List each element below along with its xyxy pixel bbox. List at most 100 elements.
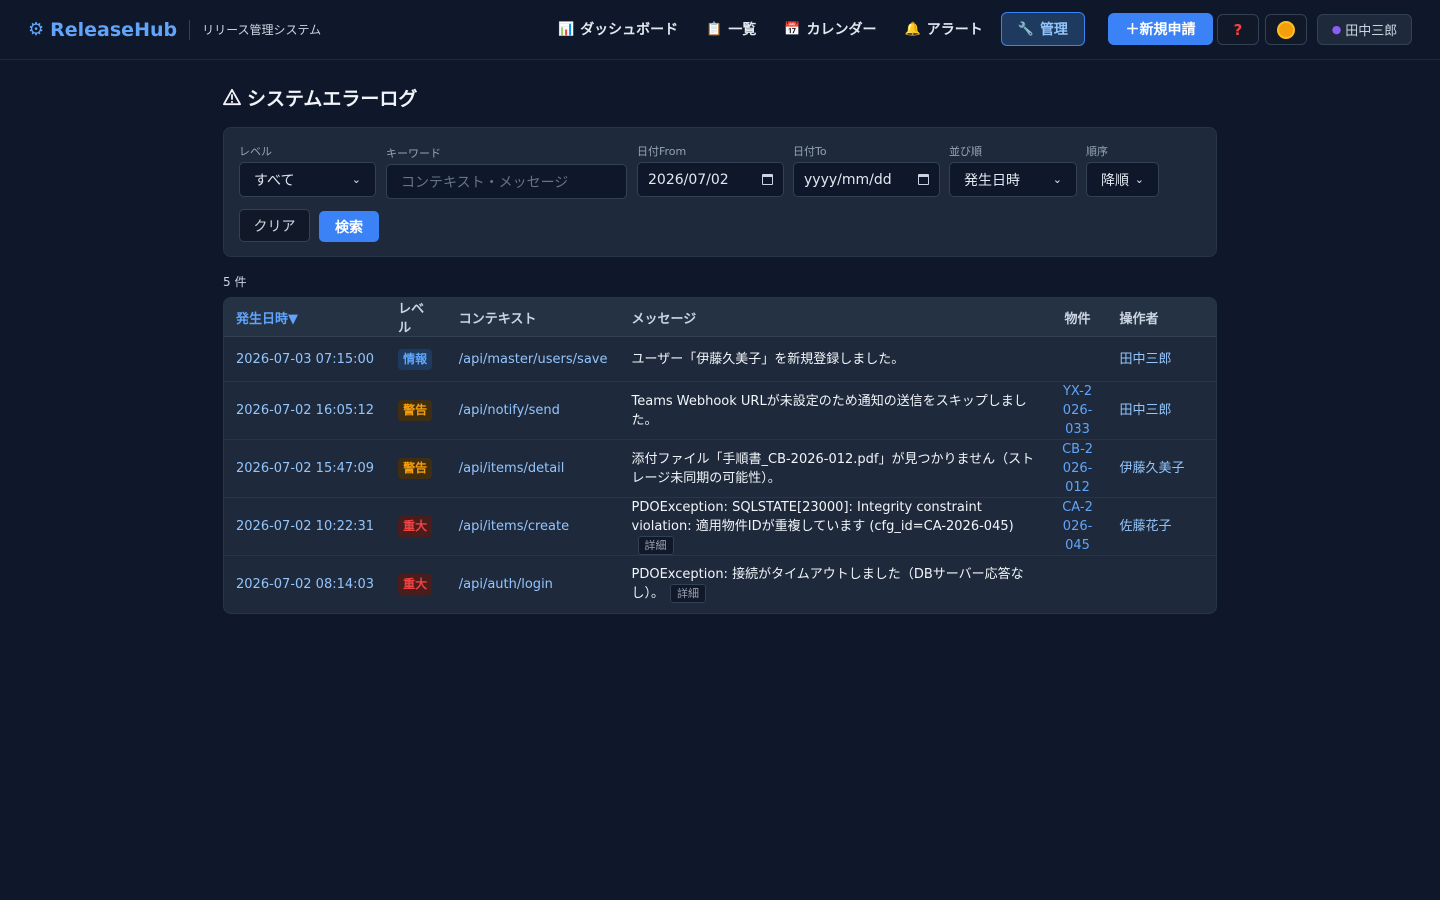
calendar-icon[interactable]: [918, 174, 929, 185]
chevron-down-icon: ⌄: [351, 173, 361, 186]
level-badge: 情報: [398, 348, 433, 370]
main-content: システムエラーログ レベル すべて ⌄ キーワード コンテキスト・メッセージ 日…: [223, 84, 1217, 614]
column-header-message[interactable]: メッセージ: [619, 298, 1048, 337]
level-badge: 重大: [398, 573, 433, 595]
user-text: 田中三郎: [1119, 403, 1172, 418]
column-header-level[interactable]: レベル: [386, 298, 447, 337]
sort-filter: 並び順 発生日時 ⌄: [949, 143, 1077, 197]
table-row[interactable]: 2026-07-02 08:14:03 重大/api/auth/login PDOE…: [224, 556, 1216, 613]
cell-user: 伊藤久美子: [1107, 439, 1216, 498]
date-text: 2026-07-02 10:22:31: [236, 519, 375, 534]
level-select[interactable]: すべて ⌄: [239, 162, 376, 197]
table-row[interactable]: 2026-07-02 16:05:12 警告/api/notify/send Tea…: [224, 381, 1216, 440]
filter-panel: レベル すべて ⌄ キーワード コンテキスト・メッセージ 日付From 2026…: [223, 127, 1217, 257]
help-button[interactable]: ?: [1217, 14, 1259, 45]
message-text: 添付ファイル「手順書_CB-2026-012.pdf」が見つかりません（ストレー…: [631, 451, 1035, 486]
level-badge: 警告: [398, 400, 433, 421]
column-header-date[interactable]: 発生日時▼: [224, 298, 387, 337]
cell-context: /api/notify/send: [446, 381, 620, 440]
item-link[interactable]: CA-2026-045: [1060, 498, 1096, 555]
nav-label: 管理: [1039, 22, 1068, 38]
sort-label: 並び順: [949, 145, 982, 158]
cell-context: /api/items/create: [446, 497, 620, 556]
warning-icon: [223, 88, 241, 106]
level-select-value: すべて: [254, 172, 295, 189]
question-icon: ?: [1233, 20, 1243, 39]
context-text: /api/notify/send: [458, 403, 560, 418]
brand-name: ReleaseHub: [50, 18, 178, 41]
user-text: 伊藤久美子: [1119, 461, 1185, 476]
date-to-input[interactable]: yyyy/mm/dd: [793, 162, 940, 197]
cell-item: CA-2026-045: [1047, 497, 1108, 556]
cell-item: CB-2026-012: [1047, 439, 1108, 498]
level-label: レベル: [239, 145, 272, 158]
date-to-value: yyyy/mm/dd: [804, 171, 892, 188]
table-row[interactable]: 2026-07-03 07:15:00 情報/api/master/users/s…: [224, 336, 1216, 382]
context-text: /api/auth/login: [458, 576, 553, 592]
nav-label: カレンダー: [806, 22, 877, 38]
page-title: システムエラーログ: [223, 84, 1217, 110]
table-row[interactable]: 2026-07-02 10:22:31 重大/api/items/create PD…: [224, 497, 1216, 556]
cell-message: Teams Webhook URLが未設定のため通知の送信をスキップしました。: [619, 381, 1048, 440]
brand-logo[interactable]: ⚙ ReleaseHub: [28, 19, 177, 41]
bell-icon: 🔔: [904, 21, 921, 37]
keyword-input[interactable]: コンテキスト・メッセージ: [386, 164, 627, 199]
order-label: 順序: [1086, 145, 1108, 158]
column-header-user[interactable]: 操作者: [1107, 298, 1216, 337]
date-from-input[interactable]: 2026/07/02: [637, 162, 784, 197]
date-to-label: 日付To: [793, 145, 827, 158]
nav-label: 一覧: [728, 22, 757, 38]
user-text: 田中三郎: [1119, 351, 1172, 367]
user-icon: ●: [1331, 23, 1342, 36]
brand-divider: [189, 19, 191, 40]
sun-icon: [1279, 22, 1293, 37]
level-badge: 警告: [398, 458, 433, 479]
date-from-value: 2026/07/02: [648, 171, 729, 188]
cell-item: [1047, 336, 1108, 382]
message-text: PDOException: SQLSTATE[23000]: Integrity…: [631, 500, 1014, 534]
nav-label: アラート: [926, 22, 983, 38]
clear-button[interactable]: クリア: [239, 209, 310, 242]
detail-button[interactable]: 詳細: [637, 536, 674, 555]
item-link[interactable]: CB-2026-012: [1060, 440, 1096, 497]
keyword-filter: キーワード コンテキスト・メッセージ: [386, 145, 627, 199]
cell-date: 2026-07-02 10:22:31: [224, 497, 387, 556]
cell-level: 重大: [386, 497, 447, 556]
table-body: 2026-07-03 07:15:00 情報/api/master/users/s…: [224, 336, 1216, 613]
result-count: 5 件: [223, 275, 247, 289]
date-text: 2026-07-02 15:47:09: [236, 461, 375, 476]
cell-user: 田中三郎: [1107, 336, 1216, 382]
new-request-button[interactable]: ＋新規申請: [1108, 13, 1213, 45]
nav-dashboard[interactable]: 📊 ダッシュボード: [548, 12, 688, 46]
order-select[interactable]: 降順 ⌄: [1086, 162, 1159, 197]
gear-icon: ⚙: [28, 19, 45, 40]
theme-toggle-button[interactable]: [1265, 14, 1307, 45]
order-filter: 順序 降順 ⌄: [1086, 143, 1159, 197]
column-header-item[interactable]: 物件: [1047, 298, 1108, 337]
message-text: Teams Webhook URLが未設定のため通知の送信をスキップしました。: [631, 393, 1027, 428]
search-button[interactable]: 検索: [319, 211, 379, 242]
nav-calendar[interactable]: 📅 カレンダー: [774, 12, 886, 46]
sort-select[interactable]: 発生日時 ⌄: [949, 162, 1077, 197]
main-nav: 📊 ダッシュボード 📋 一覧 📅 カレンダー 🔔 アラート 🔧 管理: [548, 12, 1093, 46]
chevron-down-icon: ⌄: [1052, 173, 1062, 186]
nav-alerts[interactable]: 🔔 アラート: [895, 12, 993, 46]
page-title-text: システムエラーログ: [247, 87, 418, 110]
app-subtitle: リリース管理システム: [202, 23, 322, 37]
item-link[interactable]: YX-2026-033: [1060, 382, 1096, 439]
nav-label: ダッシュボード: [580, 22, 679, 38]
keyword-label: キーワード: [386, 147, 441, 160]
calendar-icon[interactable]: [762, 174, 773, 185]
context-text: /api/master/users/save: [458, 351, 608, 367]
user-text: 佐藤花子: [1119, 519, 1172, 534]
chart-icon: 📊: [558, 21, 575, 37]
table-row[interactable]: 2026-07-02 15:47:09 警告/api/items/detail 添付…: [224, 439, 1216, 498]
wrench-icon: 🔧: [1017, 21, 1034, 37]
detail-button[interactable]: 詳細: [670, 584, 707, 604]
nav-list[interactable]: 📋 一覧: [696, 12, 766, 46]
column-header-context[interactable]: コンテキスト: [446, 298, 620, 337]
chevron-down-icon: ⌄: [1134, 173, 1144, 186]
user-menu-button[interactable]: ● 田中三郎: [1317, 14, 1412, 45]
sort-select-value: 発生日時: [964, 172, 1020, 189]
nav-admin[interactable]: 🔧 管理: [1000, 12, 1085, 46]
